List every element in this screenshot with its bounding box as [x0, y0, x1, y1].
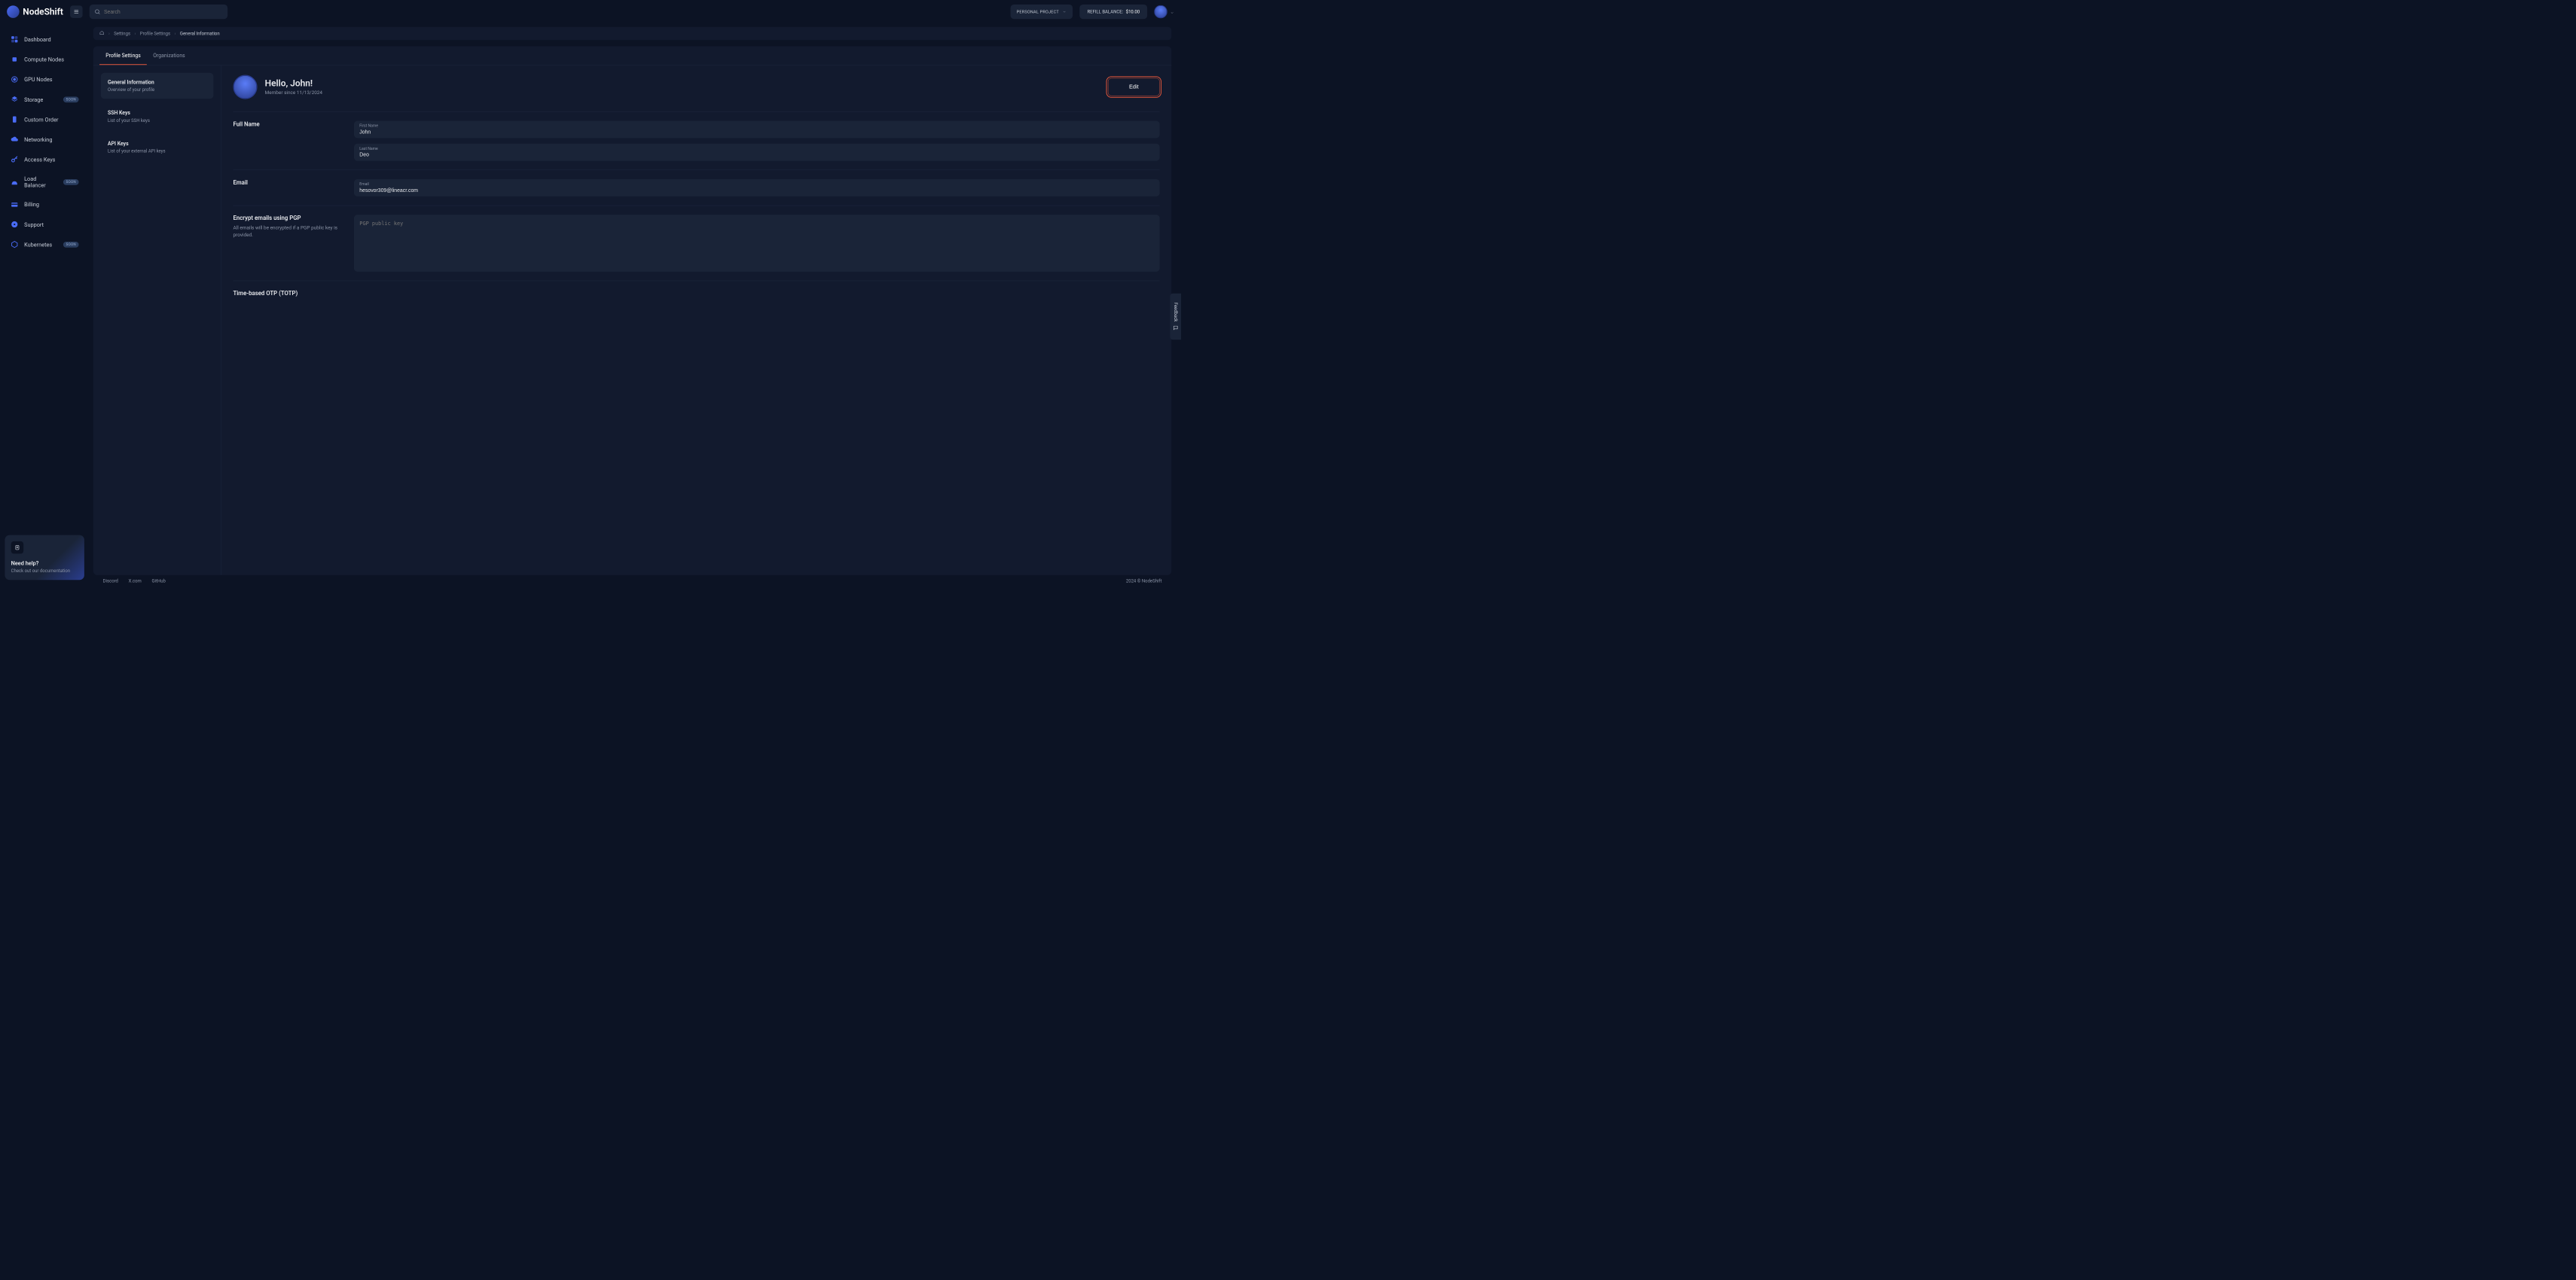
sidebar-item-label: Access Keys [24, 156, 55, 163]
greeting: Hello, John! [265, 78, 322, 89]
sidebar-item-gpu[interactable]: GPU Nodes [5, 71, 84, 89]
first-name-input[interactable] [354, 120, 1160, 138]
refill-balance-button[interactable]: REFILL BALANCE: $10.00 [1079, 5, 1147, 19]
sidebar-item-label: Kubernetes [24, 241, 52, 248]
hamburger-icon [73, 8, 79, 14]
avatar-icon [1154, 5, 1167, 18]
breadcrumb: › Settings › Profile Settings › General … [93, 27, 1171, 40]
order-icon [11, 115, 19, 123]
tab-profile-settings[interactable]: Profile Settings [99, 46, 147, 65]
member-since: Member since 11/13/2024 [265, 90, 322, 96]
chevron-right-icon: › [108, 31, 110, 36]
chevron-down-icon [1170, 10, 1174, 14]
sidebar-item-dashboard[interactable]: Dashboard [5, 30, 84, 48]
breadcrumb-current: General Information [180, 31, 220, 36]
sidebar-item-label: Storage [24, 96, 43, 103]
help-card[interactable]: Need help? Check out our documentation [5, 535, 84, 581]
cpu-icon [11, 55, 19, 63]
search-input[interactable] [90, 5, 227, 19]
home-icon[interactable] [99, 30, 104, 36]
sidebar-item-support[interactable]: Support [5, 215, 84, 233]
email-input[interactable] [354, 179, 1160, 197]
sidebar-item-access-keys[interactable]: Access Keys [5, 151, 84, 169]
dashboard-icon [11, 35, 19, 44]
kubernetes-icon [11, 240, 19, 248]
balance-amount: $10.00 [1126, 9, 1140, 14]
sidebar-item-networking[interactable]: Networking [5, 130, 84, 148]
sidebar-item-label: Load Balancer [24, 175, 58, 188]
subnav-api-keys[interactable]: API Keys List of your external API keys [101, 134, 213, 160]
sidebar-item-billing[interactable]: Billing [5, 196, 84, 214]
cloud-icon [11, 136, 19, 144]
chevron-right-icon: › [135, 31, 136, 36]
subnav-general-info[interactable]: General Information Overview of your pro… [101, 73, 213, 99]
sidebar-item-label: Custom Order [24, 116, 58, 123]
refill-label: REFILL BALANCE: [1087, 9, 1123, 14]
project-selector[interactable]: PERSONAL PROJECT [1010, 5, 1073, 19]
subnav-title: API Keys [108, 141, 206, 147]
feedback-icon [1173, 325, 1178, 331]
breadcrumb-item[interactable]: Settings [114, 31, 130, 36]
soon-badge: SOON [63, 179, 79, 185]
brand-logo[interactable]: NodeShift [7, 5, 63, 18]
footer-link-xcom[interactable]: X.com [129, 578, 142, 584]
breadcrumb-item[interactable]: Profile Settings [140, 31, 170, 36]
document-icon [11, 541, 24, 554]
sidebar-item-label: Support [24, 221, 44, 228]
email-field-label: Email [359, 182, 368, 187]
footer-link-discord[interactable]: Discord [103, 578, 118, 584]
subnav-title: SSH Keys [108, 110, 206, 116]
project-label: PERSONAL PROJECT [1017, 9, 1059, 14]
feedback-button[interactable]: Feedback [1170, 294, 1181, 340]
subnav-desc: List of your SSH keys [108, 118, 206, 123]
menu-toggle-button[interactable] [70, 5, 83, 18]
soon-badge: SOON [63, 242, 79, 248]
subnav-desc: Overview of your profile [108, 87, 206, 93]
support-icon [11, 221, 19, 229]
section-title-email: Email [233, 179, 343, 186]
key-icon [11, 155, 19, 163]
help-subtitle: Check out our documentation [11, 568, 78, 574]
billing-icon [11, 200, 19, 209]
sidebar-item-label: Compute Nodes [24, 56, 64, 63]
chevron-down-icon [1062, 10, 1067, 14]
section-title-fullname: Full Name [233, 120, 343, 127]
footer-copyright: 2024 © NodeShift [1126, 578, 1162, 584]
footer-link-github[interactable]: GitHub [151, 578, 165, 584]
sidebar-item-custom-order[interactable]: Custom Order [5, 111, 84, 129]
sidebar-item-label: GPU Nodes [24, 76, 52, 83]
subnav-desc: List of your external API keys [108, 149, 206, 154]
brand-name: NodeShift [23, 7, 63, 17]
last-name-input[interactable] [354, 144, 1160, 161]
sidebar-item-kubernetes[interactable]: Kubernetes SOON [5, 236, 84, 254]
soon-badge: SOON [63, 96, 79, 102]
section-desc-pgp: All emails will be encrypted if a PGP pu… [233, 224, 343, 239]
sidebar-item-load-balancer[interactable]: Load Balancer SOON [5, 170, 84, 193]
sidebar-item-label: Dashboard [24, 36, 50, 43]
subnav-title: General Information [108, 79, 206, 85]
first-name-label: First Name [359, 123, 378, 128]
search-icon [94, 8, 100, 14]
logo-mark-icon [7, 5, 20, 18]
sidebar-item-compute[interactable]: Compute Nodes [5, 50, 84, 69]
gpu-icon [11, 75, 19, 84]
avatar [233, 75, 257, 99]
storage-icon [11, 96, 19, 104]
balancer-icon [11, 178, 19, 186]
subnav-ssh-keys[interactable]: SSH Keys List of your SSH keys [101, 104, 213, 130]
help-title: Need help? [11, 560, 78, 567]
pgp-key-textarea[interactable] [354, 215, 1160, 272]
section-title-pgp: Encrypt emails using PGP [233, 215, 343, 221]
sidebar-item-label: Networking [24, 136, 52, 143]
sidebar-item-storage[interactable]: Storage SOON [5, 90, 84, 108]
sidebar-item-label: Billing [24, 201, 39, 208]
section-title-totp: Time-based OTP (TOTP) [233, 290, 343, 297]
user-menu-button[interactable] [1154, 5, 1174, 18]
last-name-label: Last Name [359, 146, 377, 151]
chevron-right-icon: › [175, 31, 176, 36]
edit-button[interactable]: Edit [1108, 78, 1160, 96]
tab-organizations[interactable]: Organizations [147, 46, 191, 65]
feedback-label: Feedback [1173, 303, 1178, 322]
